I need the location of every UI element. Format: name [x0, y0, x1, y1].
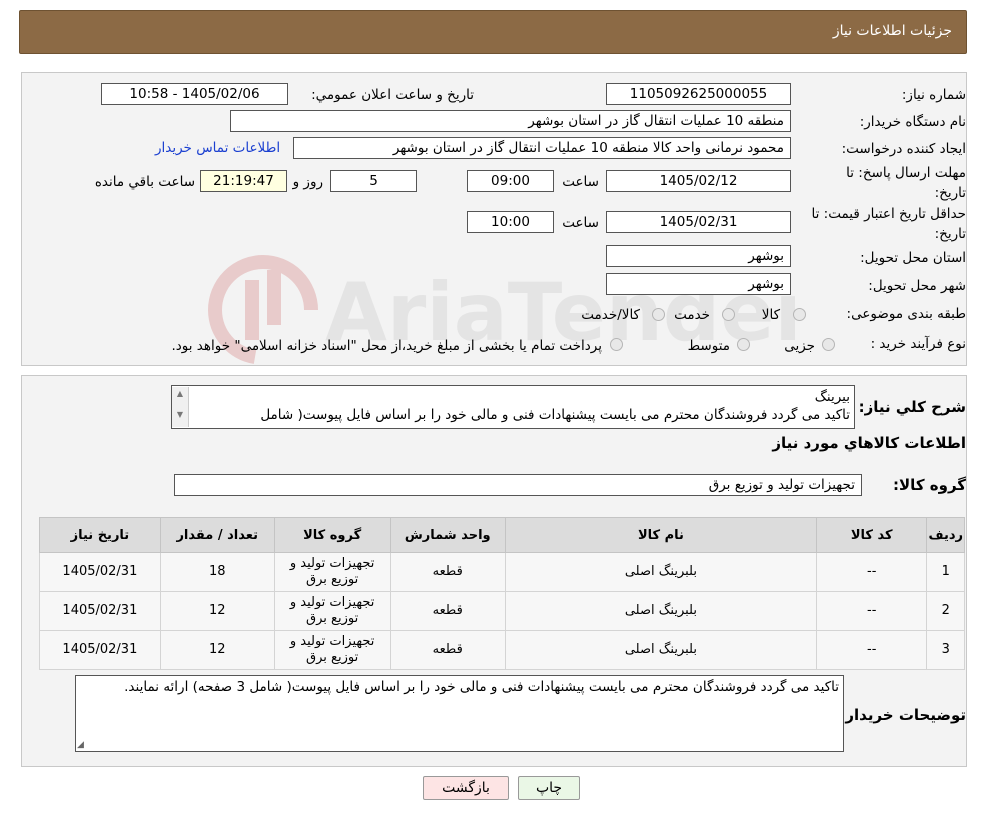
- buyer-org-label: نام دستگاه خريدار:: [859, 114, 966, 130]
- goods-group-label: گروه کالا:: [893, 476, 966, 494]
- buyer-notes-label: توضيحات خريدار:: [839, 706, 966, 724]
- category-option-goods-service: کالا/خدمت: [581, 307, 640, 323]
- description-textarea[interactable]: بیرینگ تاکید می گردد فروشندگان محترم می …: [171, 385, 855, 429]
- need-number-label: شماره نياز:: [901, 87, 966, 103]
- category-option-goods: کالا: [761, 307, 780, 323]
- deadline-date-field: 1405/02/12: [606, 170, 791, 192]
- page-header: جزئيات اطلاعات نياز: [19, 10, 967, 54]
- table-row: 3 -- بلبرینگ اصلی قطعه تجهیزات تولید و تو…: [39, 630, 965, 670]
- cell-group: تجهیزات تولید و توزیع برق: [273, 630, 391, 670]
- buyer-notes-text: تاکید می گردد فروشندگان محترم می بایست پ…: [124, 679, 839, 695]
- deadline-label-line1: مهلت ارسال پاسخ: تا تاريخ:: [836, 163, 966, 203]
- cell-row: 1: [926, 552, 965, 592]
- goods-table: رديف کد کالا نام کالا واحد شمارش گروه کا…: [39, 517, 965, 670]
- validity-label-wrap: حداقل تاريخ اعتبار قيمت: تا تاريخ:: [806, 204, 966, 244]
- buyer-notes-textarea[interactable]: تاکید می گردد فروشندگان محترم می بایست پ…: [75, 675, 844, 752]
- cell-group: تجهیزات تولید و توزیع برق: [273, 591, 391, 631]
- cell-name: بلبرینگ اصلی: [504, 630, 817, 670]
- print-button[interactable]: چاپ: [518, 776, 580, 800]
- creator-label: ايجاد کننده درخواست:: [841, 141, 966, 157]
- category-option-service: خدمت: [674, 307, 710, 323]
- cell-qty: 12: [159, 630, 275, 670]
- col-row: رديف: [926, 517, 965, 553]
- cell-name: بلبرینگ اصلی: [504, 591, 817, 631]
- remaining-label: ساعت باقي مانده: [94, 174, 195, 190]
- category-radio-goods[interactable]: [793, 308, 806, 321]
- validity-label: حداقل تاريخ اعتبار قيمت: تا تاريخ:: [811, 206, 966, 242]
- cell-group-line2: توزیع برق: [306, 572, 359, 587]
- col-name: نام کالا: [504, 517, 817, 553]
- page-title: جزئيات اطلاعات نياز: [832, 23, 952, 39]
- buyer-org-field: منطقه 10 عملیات انتقال گاز در استان بوشه…: [230, 110, 791, 132]
- days-field: 5: [330, 170, 417, 192]
- days-label: روز و: [292, 174, 323, 190]
- category-label: طبقه بندی موضوعی:: [846, 306, 966, 322]
- city-label: شهر محل تحويل:: [868, 278, 966, 294]
- table-row: 2 -- بلبرینگ اصلی قطعه تجهیزات تولید و تو…: [39, 591, 965, 631]
- col-code: کد کالا: [815, 517, 928, 553]
- col-group: گروه کالا: [273, 517, 391, 553]
- cell-date: 1405/02/31: [39, 630, 161, 670]
- scroll-down-icon[interactable]: ▼: [172, 410, 188, 419]
- back-button[interactable]: بازگشت: [423, 776, 509, 800]
- purchase-type-label: نوع فرآيند خريد :: [870, 336, 966, 352]
- goods-group-field: تجهیزات تولید و توزیع برق: [174, 474, 862, 496]
- deadline-label: مهلت ارسال پاسخ: تا تاريخ:: [846, 165, 966, 201]
- need-number-field: 1105092625000055: [606, 83, 791, 105]
- cell-name: بلبرینگ اصلی: [504, 552, 817, 592]
- purchase-radio-treasury[interactable]: [610, 338, 623, 351]
- category-radio-goods-service[interactable]: [652, 308, 665, 321]
- purchase-radio-minor[interactable]: [822, 338, 835, 351]
- buyer-contact-link[interactable]: اطلاعات تماس خريدار: [155, 140, 280, 156]
- description-label: شرح کلي نياز:: [858, 398, 966, 416]
- creator-field: محمود نرمانی واحد کالا منطقه 10 عملیات ا…: [293, 137, 791, 159]
- goods-table-header: رديف کد کالا نام کالا واحد شمارش گروه کا…: [39, 517, 965, 553]
- cell-date: 1405/02/31: [39, 552, 161, 592]
- description-line2: تاکید می گردد فروشندگان محترم می بایست پ…: [260, 407, 850, 423]
- table-row: 1 -- بلبرینگ اصلی قطعه تجهیزات تولید و تو…: [39, 552, 965, 592]
- cell-group-line1: تجهیزات تولید و: [289, 556, 375, 571]
- validity-time-label: ساعت: [562, 215, 599, 231]
- province-label: استان محل تحويل:: [860, 250, 966, 266]
- cell-group-line2: توزیع برق: [306, 611, 359, 626]
- cell-code: --: [815, 591, 928, 631]
- col-unit: واحد شمارش: [389, 517, 506, 553]
- cell-qty: 18: [159, 552, 275, 592]
- cell-row: 2: [926, 591, 965, 631]
- cell-date: 1405/02/31: [39, 591, 161, 631]
- validity-time-field: 10:00: [467, 211, 554, 233]
- description-scrollbar[interactable]: ▲ ▼: [172, 387, 189, 427]
- province-field: بوشهر: [606, 245, 791, 267]
- cell-unit: قطعه: [389, 630, 506, 670]
- cell-unit: قطعه: [389, 552, 506, 592]
- description-line1: بیرینگ: [814, 389, 850, 405]
- announce-label: تاريخ و ساعت اعلان عمومي:: [311, 87, 474, 103]
- cell-qty: 12: [159, 591, 275, 631]
- col-qty: تعداد / مقدار: [159, 517, 275, 553]
- cell-group: تجهیزات تولید و توزیع برق: [273, 552, 391, 592]
- cell-unit: قطعه: [389, 591, 506, 631]
- purchase-radio-medium[interactable]: [737, 338, 750, 351]
- cell-code: --: [815, 552, 928, 592]
- deadline-time-label: ساعت: [562, 174, 599, 190]
- cell-group-line1: تجهیزات تولید و: [289, 595, 375, 610]
- col-date: تاريخ نياز: [39, 517, 161, 553]
- cell-row: 3: [926, 630, 965, 670]
- city-field: بوشهر: [606, 273, 791, 295]
- cell-code: --: [815, 630, 928, 670]
- purchase-option-medium: متوسط: [687, 338, 730, 354]
- resize-handle-icon[interactable]: ◢: [77, 740, 84, 750]
- deadline-time-field: 09:00: [467, 170, 554, 192]
- purchase-note: پرداخت تمام يا بخشی از مبلغ خريد،از محل …: [171, 338, 602, 354]
- category-radio-service[interactable]: [722, 308, 735, 321]
- goods-section-title: اطلاعات کالاهاي مورد نياز: [772, 434, 966, 452]
- announce-datetime-field: 1405/02/06 - 10:58: [101, 83, 288, 105]
- cell-group-line2: توزیع برق: [306, 650, 359, 665]
- validity-date-field: 1405/02/31: [606, 211, 791, 233]
- scroll-up-icon[interactable]: ▲: [172, 389, 188, 398]
- remaining-time-field: 21:19:47: [200, 170, 287, 192]
- cell-group-line1: تجهیزات تولید و: [289, 634, 375, 649]
- purchase-option-minor: جزیی: [784, 338, 815, 354]
